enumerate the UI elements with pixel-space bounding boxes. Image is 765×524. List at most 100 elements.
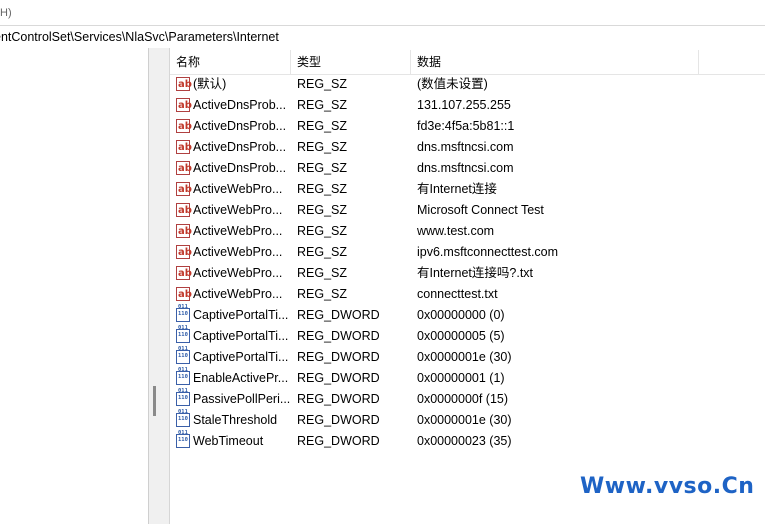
value-name: StaleThreshold [193, 413, 278, 427]
string-value-icon [176, 116, 192, 137]
binary-value-icon [176, 304, 190, 322]
value-data: dns.msftncsi.com [417, 161, 514, 175]
menu-fragment-text[interactable]: H) [0, 4, 12, 22]
string-value-icon [176, 221, 192, 242]
registry-value-row[interactable]: ActiveWebPro... REG_SZ 有Internet连接 [170, 179, 765, 200]
value-data: 有Internet连接 [417, 182, 497, 196]
string-value-icon [176, 158, 192, 179]
registry-value-row[interactable]: ActiveWebPro... REG_SZ Microsoft Connect T… [170, 200, 765, 221]
registry-value-row[interactable]: ActiveWebPro... REG_SZ ipv6.msftconnecttes… [170, 242, 765, 263]
string-value-icon [176, 200, 192, 221]
value-name: PassivePollPeri... [193, 392, 291, 406]
value-type: REG_SZ [297, 161, 348, 175]
key-tree-pane[interactable] [0, 48, 149, 524]
value-data: 0x0000001e (30) [417, 350, 512, 364]
address-bar[interactable]: entControlSet\Services\NlaSvc\Parameters… [0, 25, 765, 49]
value-type: REG_SZ [297, 266, 348, 280]
value-rows: (默认) REG_SZ (数值未设置) ActiveDnsProb... REG_SZ 1… [170, 74, 765, 452]
value-type: REG_SZ [297, 140, 348, 154]
column-header-data[interactable]: 数据 [411, 50, 699, 74]
string-value-icon [176, 242, 192, 263]
value-name: CaptivePortalTi... [193, 350, 289, 364]
registry-value-row[interactable]: (默认) REG_SZ (数值未设置) [170, 74, 765, 95]
value-name: ActiveWebPro... [193, 287, 283, 301]
string-value-icon [176, 179, 192, 200]
value-list-pane: 名称 类型 数据 (默认) REG_SZ (数值未设置) ActiveDnsProb.… [170, 48, 765, 524]
binary-value-icon [176, 388, 190, 406]
value-name: ActiveDnsProb... [193, 119, 287, 133]
value-data: dns.msftncsi.com [417, 140, 514, 154]
value-data: (数值未设置) [417, 77, 488, 91]
value-type: REG_SZ [297, 119, 348, 133]
value-type: REG_DWORD [297, 350, 380, 364]
string-value-icon [176, 263, 192, 284]
value-data: 0x0000000f (15) [417, 392, 509, 406]
value-data: fd3e:4f5a:5b81::1 [417, 119, 515, 133]
value-name: WebTimeout [193, 434, 264, 448]
value-name: ActiveDnsProb... [193, 98, 287, 112]
registry-value-row[interactable]: ActiveDnsProb... REG_SZ fd3e:4f5a:5b81::1 [170, 116, 765, 137]
value-data: 0x00000023 (35) [417, 434, 512, 448]
value-name: ActiveWebPro... [193, 245, 283, 259]
value-name: ActiveDnsProb... [193, 140, 287, 154]
value-type: REG_DWORD [297, 434, 380, 448]
value-type: REG_SZ [297, 287, 348, 301]
value-type: REG_DWORD [297, 392, 380, 406]
value-name: (默认) [193, 77, 227, 91]
string-value-icon [176, 284, 192, 305]
menu-bar-fragment: H) [0, 0, 765, 24]
value-data: Microsoft Connect Test [417, 203, 544, 217]
registry-value-row[interactable]: CaptivePortalTi... REG_DWORD 0x00000000 (0… [170, 304, 765, 326]
registry-value-row[interactable]: EnableActivePr... REG_DWORD 0x00000001 (1) [170, 367, 765, 389]
value-data: 有Internet连接吗?.txt [417, 266, 534, 280]
registry-value-row[interactable]: PassivePollPeri... REG_DWORD 0x0000000f (1… [170, 388, 765, 410]
registry-value-row[interactable]: ActiveWebPro... REG_SZ connecttest.txt [170, 284, 765, 305]
value-data: 0x00000000 (0) [417, 308, 505, 322]
string-value-icon [176, 74, 192, 95]
value-data: 0x00000005 (5) [417, 329, 505, 343]
binary-value-icon [176, 409, 190, 427]
registry-value-row[interactable]: CaptivePortalTi... REG_DWORD 0x00000005 (5… [170, 325, 765, 347]
value-type: REG_SZ [297, 245, 348, 259]
watermark: Www.vvso.Cn [580, 474, 755, 499]
value-name: EnableActivePr... [193, 371, 289, 385]
list-header: 名称 类型 数据 [170, 50, 765, 75]
value-name: ActiveWebPro... [193, 203, 283, 217]
registry-value-row[interactable]: ActiveDnsProb... REG_SZ dns.msftncsi.com [170, 137, 765, 158]
registry-value-row[interactable]: ActiveWebPro... REG_SZ www.test.com [170, 221, 765, 242]
registry-value-row[interactable]: ActiveDnsProb... REG_SZ dns.msftncsi.com [170, 158, 765, 179]
registry-value-row[interactable]: ActiveDnsProb... REG_SZ 131.107.255.255 [170, 95, 765, 116]
registry-value-row[interactable]: ActiveWebPro... REG_SZ 有Internet连接吗?.txt [170, 263, 765, 284]
binary-value-icon [176, 367, 190, 385]
scrollbar-thumb[interactable] [153, 386, 156, 416]
string-value-icon [176, 137, 192, 158]
value-name: ActiveWebPro... [193, 266, 283, 280]
value-data: www.test.com [417, 224, 495, 238]
binary-value-icon [176, 430, 190, 448]
value-type: REG_DWORD [297, 371, 380, 385]
binary-value-icon [176, 325, 190, 343]
value-name: ActiveWebPro... [193, 182, 283, 196]
tree-scrollbar[interactable] [149, 48, 170, 524]
value-name: ActiveDnsProb... [193, 161, 287, 175]
value-data: 131.107.255.255 [417, 98, 511, 112]
value-type: REG_SZ [297, 98, 348, 112]
value-name: CaptivePortalTi... [193, 308, 289, 322]
value-name: ActiveWebPro... [193, 224, 283, 238]
value-type: REG_SZ [297, 224, 348, 238]
value-type: REG_SZ [297, 77, 348, 91]
registry-value-row[interactable]: StaleThreshold REG_DWORD 0x0000001e (30) [170, 409, 765, 431]
registry-value-row[interactable]: WebTimeout REG_DWORD 0x00000023 (35) [170, 430, 765, 452]
value-data: ipv6.msftconnecttest.com [417, 245, 559, 259]
value-type: REG_DWORD [297, 308, 380, 322]
value-data: 0x00000001 (1) [417, 371, 505, 385]
registry-value-row[interactable]: CaptivePortalTi... REG_DWORD 0x0000001e (3… [170, 346, 765, 368]
column-header-name[interactable]: 名称 [170, 50, 291, 74]
address-path: entControlSet\Services\NlaSvc\Parameters… [0, 30, 279, 44]
value-data: 0x0000001e (30) [417, 413, 512, 427]
value-name: CaptivePortalTi... [193, 329, 289, 343]
value-type: REG_SZ [297, 203, 348, 217]
value-type: REG_DWORD [297, 413, 380, 427]
column-header-type[interactable]: 类型 [291, 50, 411, 74]
binary-value-icon [176, 346, 190, 364]
